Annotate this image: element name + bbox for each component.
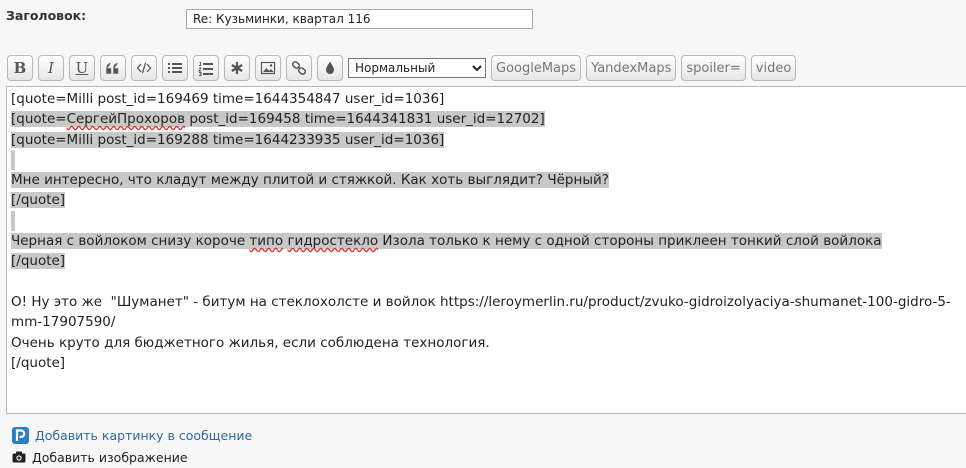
list-item-button[interactable] bbox=[224, 55, 250, 81]
bold-button[interactable]: B bbox=[7, 55, 33, 81]
color-drop-icon bbox=[326, 61, 334, 74]
editor-line-12: Очень круто для бюджетного жилья, если с… bbox=[11, 334, 490, 351]
quote-button[interactable] bbox=[100, 55, 126, 81]
editor-toolbar: B I U Нормальный GoogleMaps YandexMaps s… bbox=[7, 54, 801, 82]
yandexmaps-button[interactable]: YandexMaps bbox=[586, 55, 677, 81]
editor-line-10 bbox=[11, 272, 966, 292]
italic-button[interactable]: I bbox=[38, 55, 64, 81]
numbered-list-icon bbox=[198, 62, 213, 76]
editor-line-3: [quote=Milli post_id=169288 time=1644233… bbox=[11, 131, 445, 148]
add-image-row: Добавить изображение bbox=[12, 446, 252, 468]
video-button[interactable]: video bbox=[750, 55, 797, 81]
link-icon bbox=[291, 61, 307, 75]
subject-input[interactable] bbox=[186, 9, 533, 29]
editor-line-4 bbox=[11, 149, 966, 170]
font-size-select[interactable]: Нормальный bbox=[348, 58, 486, 78]
asterisk-icon bbox=[231, 62, 243, 74]
editor-line-9: [/quote] bbox=[11, 253, 66, 270]
editor-line-7 bbox=[11, 210, 966, 231]
photo-service-icon bbox=[12, 426, 29, 444]
editor-line-1: [quote=Milli post_id=169469 time=1644354… bbox=[11, 91, 445, 107]
add-picture-row: Добавить картинку в сообщение bbox=[12, 424, 252, 446]
editor-line-6: [/quote] bbox=[11, 192, 66, 209]
editor-line-13: [/quote] bbox=[11, 354, 66, 371]
spoiler-button[interactable]: spoiler= bbox=[681, 55, 746, 81]
add-image-link[interactable]: Добавить изображение bbox=[32, 450, 188, 465]
bullet-list-icon bbox=[168, 63, 182, 73]
underline-button[interactable]: U bbox=[69, 55, 95, 81]
quote-icon bbox=[106, 62, 119, 74]
italic-label: I bbox=[48, 58, 54, 77]
numbered-list-button[interactable] bbox=[193, 55, 219, 81]
code-icon bbox=[136, 62, 152, 74]
insert-image-button[interactable] bbox=[255, 55, 281, 81]
subject-label: Заголовок: bbox=[6, 8, 87, 23]
editor-line-5: Мне интересно, что кладут между плитой и… bbox=[11, 172, 609, 189]
editor-line-8: Черная с войлоком снизу короче типо гидр… bbox=[11, 233, 882, 250]
bold-label: B bbox=[13, 58, 27, 77]
message-textarea[interactable]: [quote=Milli post_id=169469 time=1644354… bbox=[6, 86, 966, 414]
insert-link-button[interactable] bbox=[286, 55, 312, 81]
code-button[interactable] bbox=[131, 55, 157, 81]
color-button[interactable] bbox=[317, 55, 343, 81]
add-picture-link[interactable]: Добавить картинку в сообщение bbox=[35, 428, 252, 443]
attachment-links: Добавить картинку в сообщение Добавить и… bbox=[12, 424, 252, 468]
editor-line-2: [quote=СергейПрохоров post_id=169458 tim… bbox=[11, 111, 545, 128]
camera-icon bbox=[12, 451, 26, 463]
bullet-list-button[interactable] bbox=[162, 55, 188, 81]
image-icon bbox=[260, 61, 276, 75]
underline-label: U bbox=[75, 58, 89, 77]
editor-line-11: О! Ну это же "Шуманет" - битум на стекло… bbox=[11, 293, 951, 331]
googlemaps-button[interactable]: GoogleMaps bbox=[491, 55, 582, 81]
